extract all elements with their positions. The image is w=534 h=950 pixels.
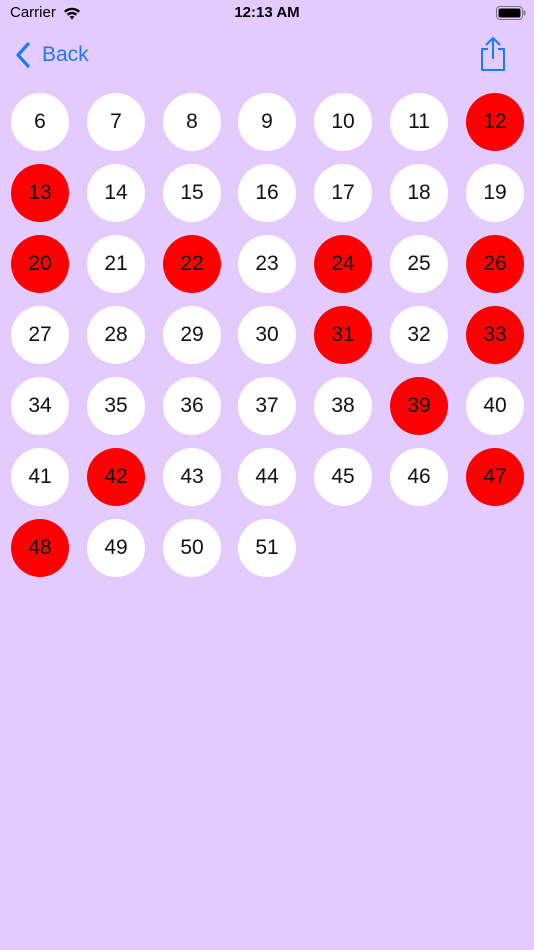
number-ball[interactable]: 9 [238,93,296,151]
navigation-bar: Back [0,28,534,82]
number-ball[interactable]: 14 [87,164,145,222]
number-ball[interactable]: 51 [238,519,296,577]
status-time: 12:13 AM [234,4,300,21]
number-ball-selected[interactable]: 42 [87,448,145,506]
number-ball[interactable]: 35 [87,377,145,435]
number-ball[interactable]: 8 [163,93,221,151]
number-ball[interactable]: 29 [163,306,221,364]
number-ball[interactable]: 10 [314,93,372,151]
number-ball[interactable]: 18 [390,164,448,222]
number-ball[interactable]: 23 [238,235,296,293]
number-ball-selected[interactable]: 48 [11,519,69,577]
number-ball-selected[interactable]: 39 [390,377,448,435]
chevron-left-icon [16,42,30,68]
number-ball-selected[interactable]: 13 [11,164,69,222]
number-ball[interactable]: 30 [238,306,296,364]
number-ball-selected[interactable]: 31 [314,306,372,364]
number-ball[interactable]: 36 [163,377,221,435]
number-ball-selected[interactable]: 12 [466,93,524,151]
share-icon[interactable] [478,36,508,72]
number-ball[interactable]: 28 [87,306,145,364]
number-ball[interactable]: 45 [314,448,372,506]
number-ball[interactable]: 43 [163,448,221,506]
number-ball[interactable]: 34 [11,377,69,435]
number-ball[interactable]: 50 [163,519,221,577]
number-ball[interactable]: 44 [238,448,296,506]
number-ball[interactable]: 38 [314,377,372,435]
number-ball[interactable]: 32 [390,306,448,364]
number-ball[interactable]: 15 [163,164,221,222]
number-ball-selected[interactable]: 22 [163,235,221,293]
number-ball-selected[interactable]: 20 [11,235,69,293]
number-ball[interactable]: 40 [466,377,524,435]
number-ball-selected[interactable]: 24 [314,235,372,293]
number-ball[interactable]: 19 [466,164,524,222]
back-label: Back [42,43,89,66]
number-ball[interactable]: 16 [238,164,296,222]
number-ball-selected[interactable]: 33 [466,306,524,364]
number-ball[interactable]: 41 [11,448,69,506]
number-ball-selected[interactable]: 47 [466,448,524,506]
number-ball[interactable]: 46 [390,448,448,506]
status-bar: Carrier 12:13 AM [0,0,534,28]
number-ball[interactable]: 21 [87,235,145,293]
number-ball[interactable]: 11 [390,93,448,151]
number-ball[interactable]: 6 [11,93,69,151]
number-ball[interactable]: 7 [87,93,145,151]
number-ball[interactable]: 49 [87,519,145,577]
back-button[interactable]: Back [14,38,89,72]
number-ball[interactable]: 37 [238,377,296,435]
number-ball[interactable]: 27 [11,306,69,364]
number-ball-selected[interactable]: 26 [466,235,524,293]
number-ball[interactable]: 17 [314,164,372,222]
number-ball[interactable]: 25 [390,235,448,293]
battery-icon [496,6,526,20]
